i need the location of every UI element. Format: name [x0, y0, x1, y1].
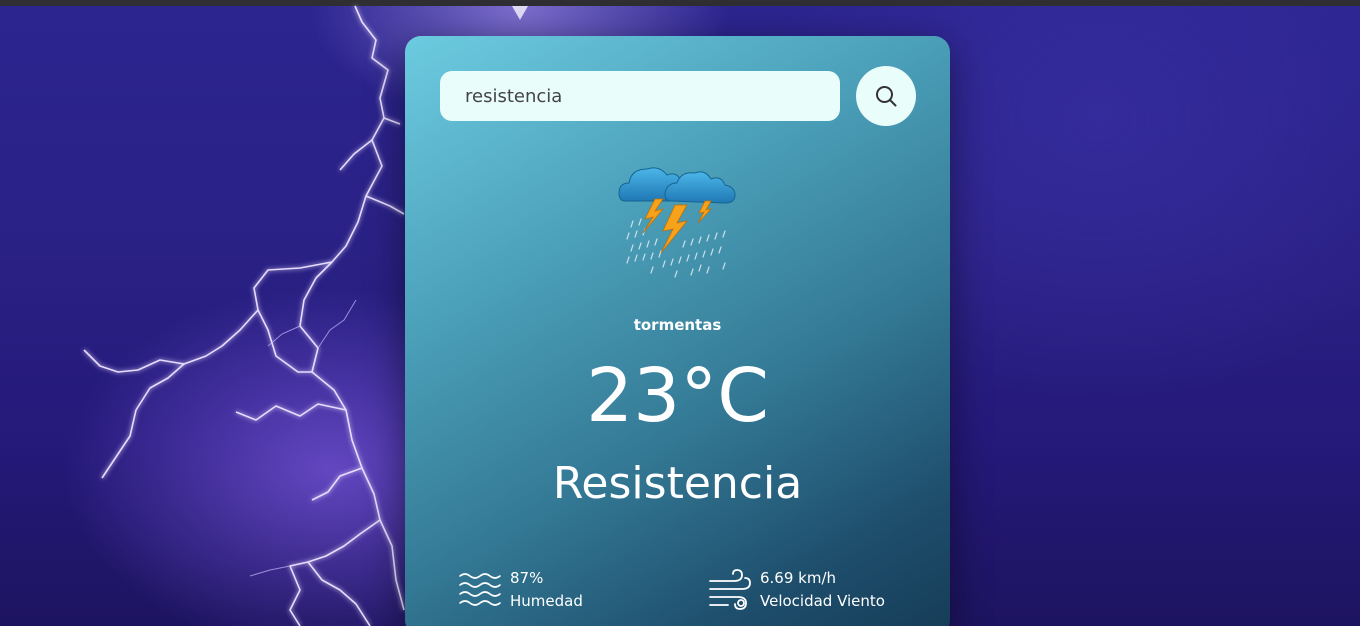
search-button[interactable]	[856, 66, 916, 126]
weather-condition: tormentas	[633, 316, 722, 334]
thunderstorm-icon	[618, 167, 736, 278]
wind-detail: 6.69 km/h Velocidad Viento	[708, 568, 885, 614]
humidity-label: Humedad	[510, 592, 583, 610]
wind-speed-value: 6.69 km/h	[760, 569, 837, 587]
temperature-value: 23°C	[586, 353, 769, 439]
humidity-detail: 87% Humedad	[458, 568, 583, 614]
wind-icon	[709, 569, 751, 610]
wind-speed-label: Velocidad Viento	[760, 592, 885, 610]
search-icon	[876, 86, 897, 107]
weather-card: tormentas 23°C Resistencia 87% Humedad	[405, 36, 950, 626]
humidity-icon	[459, 573, 501, 606]
city-name: Resistencia	[552, 458, 803, 509]
search-input[interactable]	[440, 71, 840, 121]
humidity-value: 87%	[510, 569, 544, 587]
